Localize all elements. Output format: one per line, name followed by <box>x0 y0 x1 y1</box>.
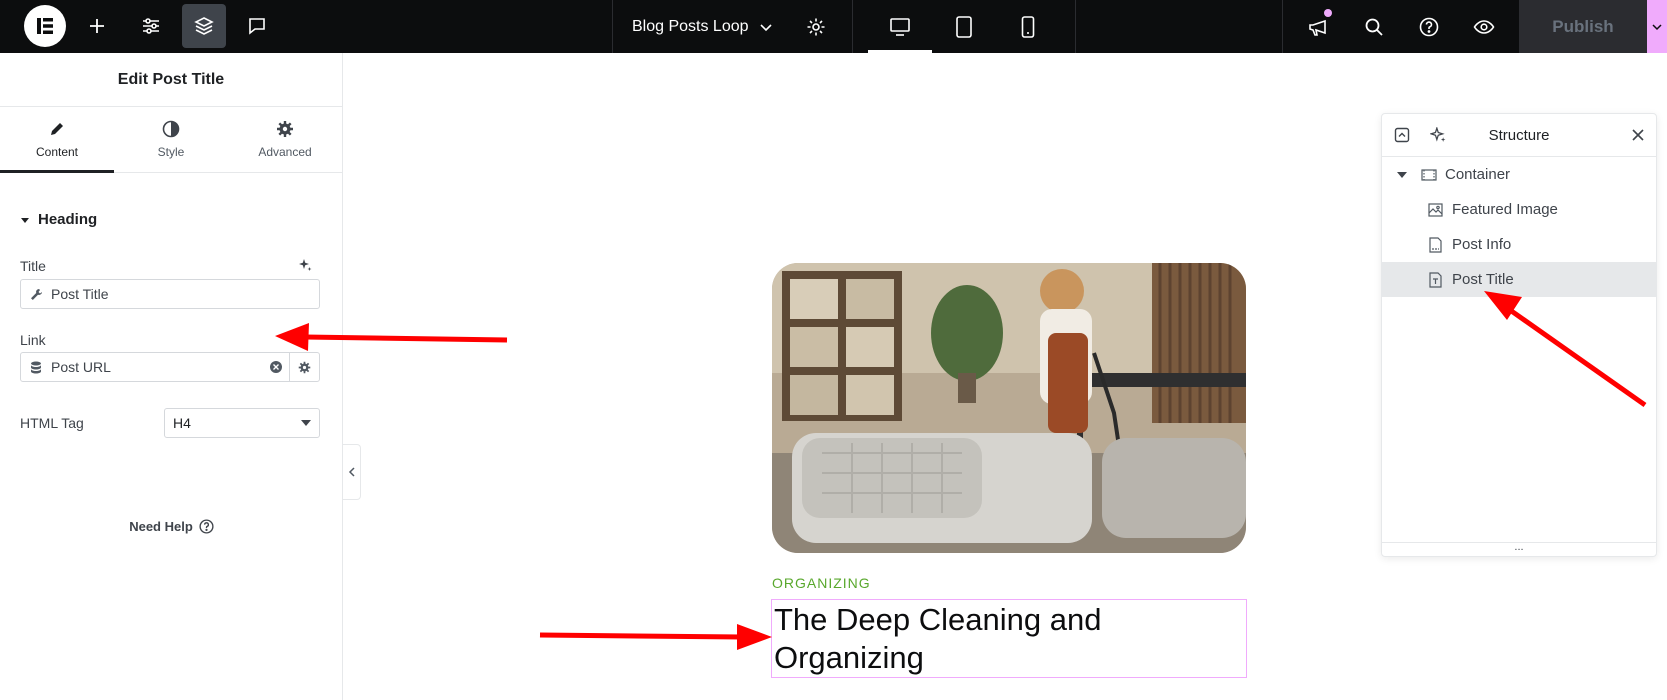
structure-item-label: Post Title <box>1452 271 1514 288</box>
need-help-link[interactable]: Need Help <box>0 519 343 534</box>
megaphone-icon <box>1309 19 1326 36</box>
structure-resize-handle[interactable]: ... <box>1382 542 1656 556</box>
post-info-icon <box>1429 236 1442 253</box>
title-field[interactable]: Post Title <box>20 279 320 309</box>
container-icon <box>1421 168 1437 181</box>
html-tag-select[interactable]: H4 <box>164 408 320 438</box>
whats-new-button[interactable] <box>1296 0 1340 53</box>
publish-button[interactable]: Publish <box>1519 0 1647 53</box>
caret-down-icon <box>301 420 311 426</box>
tablet-icon <box>956 15 972 38</box>
need-help-label: Need Help <box>129 519 193 534</box>
help-icon <box>199 519 214 534</box>
pencil-icon <box>51 123 63 135</box>
link-settings-button[interactable] <box>289 353 319 381</box>
sliders-icon <box>143 18 159 34</box>
structure-item-featured-image[interactable]: Featured Image <box>1382 192 1656 227</box>
divider <box>852 0 853 53</box>
link-field[interactable]: Post URL <box>20 352 320 382</box>
gear-icon <box>807 18 825 35</box>
post-title-widget[interactable]: The Deep Cleaning and Organizing <box>771 599 1247 678</box>
plus-icon <box>90 19 104 33</box>
tab-label: Style <box>157 145 185 159</box>
divider <box>1282 0 1283 53</box>
heading-section-toggle[interactable]: Heading <box>20 211 97 228</box>
clear-icon[interactable] <box>263 360 289 374</box>
chevron-down-icon <box>1652 23 1662 30</box>
chevron-left-icon <box>348 467 355 477</box>
panel-title: Edit Post Title <box>0 53 342 107</box>
post-category[interactable]: ORGANIZING <box>772 575 871 591</box>
structure-item-post-info[interactable]: Post Info <box>1382 227 1656 262</box>
panel-tabs: Content Style Advanced <box>0 107 342 173</box>
eye-icon <box>1473 19 1495 34</box>
wrench-icon <box>21 288 51 301</box>
publish-options-button[interactable] <box>1647 0 1667 53</box>
tab-label: Advanced <box>258 145 312 159</box>
editor-panel: Edit Post Title Content Style Advanced H… <box>0 53 343 700</box>
structure-item-post-title[interactable]: Post Title <box>1382 262 1656 297</box>
structure-header: Structure <box>1382 114 1656 157</box>
structure-title: Structure <box>1488 127 1550 144</box>
desktop-icon <box>890 17 910 36</box>
html-tag-label: HTML Tag <box>20 415 84 431</box>
document-title-dropdown[interactable]: Blog Posts Loop <box>632 0 773 53</box>
image-icon <box>1428 202 1443 217</box>
comment-icon <box>249 18 265 35</box>
structure-item-container[interactable]: Container <box>1382 157 1656 192</box>
structure-panel: Structure Container Featured Image Post … <box>1381 113 1657 557</box>
featured-image[interactable] <box>772 263 1246 553</box>
ai-sparkle-icon[interactable] <box>298 258 312 272</box>
search-button[interactable] <box>1352 0 1396 53</box>
chevron-down-icon <box>759 23 772 31</box>
section-title: Heading <box>38 211 98 228</box>
mobile-icon <box>1021 15 1035 38</box>
elementor-logo-button[interactable] <box>24 5 66 47</box>
title-label: Title <box>20 258 46 274</box>
contrast-icon <box>162 120 180 138</box>
page-settings-button[interactable] <box>796 0 836 53</box>
caret-down-icon <box>21 217 29 223</box>
tab-content[interactable]: Content <box>0 107 114 173</box>
add-element-button[interactable] <box>75 4 119 48</box>
gear-icon <box>298 361 311 373</box>
help-icon <box>1419 17 1439 36</box>
site-settings-button[interactable] <box>129 4 173 48</box>
gear-icon <box>277 121 293 137</box>
preview-button[interactable] <box>1462 0 1506 53</box>
database-icon <box>21 361 51 374</box>
structure-item-label: Container <box>1445 166 1511 183</box>
divider <box>612 0 613 53</box>
tab-advanced[interactable]: Advanced <box>228 107 342 172</box>
help-button[interactable] <box>1407 0 1451 53</box>
link-label: Link <box>20 332 46 348</box>
mobile-view-button[interactable] <box>996 0 1060 53</box>
structure-toggle-button[interactable] <box>182 4 226 48</box>
featured-image-photo <box>772 263 1246 553</box>
layers-icon <box>194 17 214 35</box>
notification-dot <box>1324 9 1332 17</box>
top-bar: Blog Posts Loop Publish <box>0 0 1667 53</box>
elementor-logo-icon <box>37 18 53 34</box>
notes-button[interactable] <box>235 4 279 48</box>
close-icon[interactable] <box>1632 129 1644 141</box>
tab-style[interactable]: Style <box>114 107 228 172</box>
tab-label: Content <box>35 145 79 159</box>
tablet-view-button[interactable] <box>932 0 996 53</box>
divider <box>1075 0 1076 53</box>
post-title-icon <box>1429 271 1442 288</box>
link-value: Post URL <box>51 359 111 375</box>
html-tag-value: H4 <box>173 415 191 431</box>
caret-down-icon[interactable] <box>1397 171 1407 179</box>
structure-item-label: Featured Image <box>1452 201 1558 218</box>
desktop-view-button[interactable] <box>868 0 932 53</box>
document-title: Blog Posts Loop <box>632 17 749 35</box>
structure-item-label: Post Info <box>1452 236 1512 253</box>
collapse-panel-button[interactable] <box>343 444 361 500</box>
title-value: Post Title <box>51 286 109 302</box>
arrow-to-post-title <box>539 624 772 650</box>
search-icon <box>1365 18 1383 36</box>
